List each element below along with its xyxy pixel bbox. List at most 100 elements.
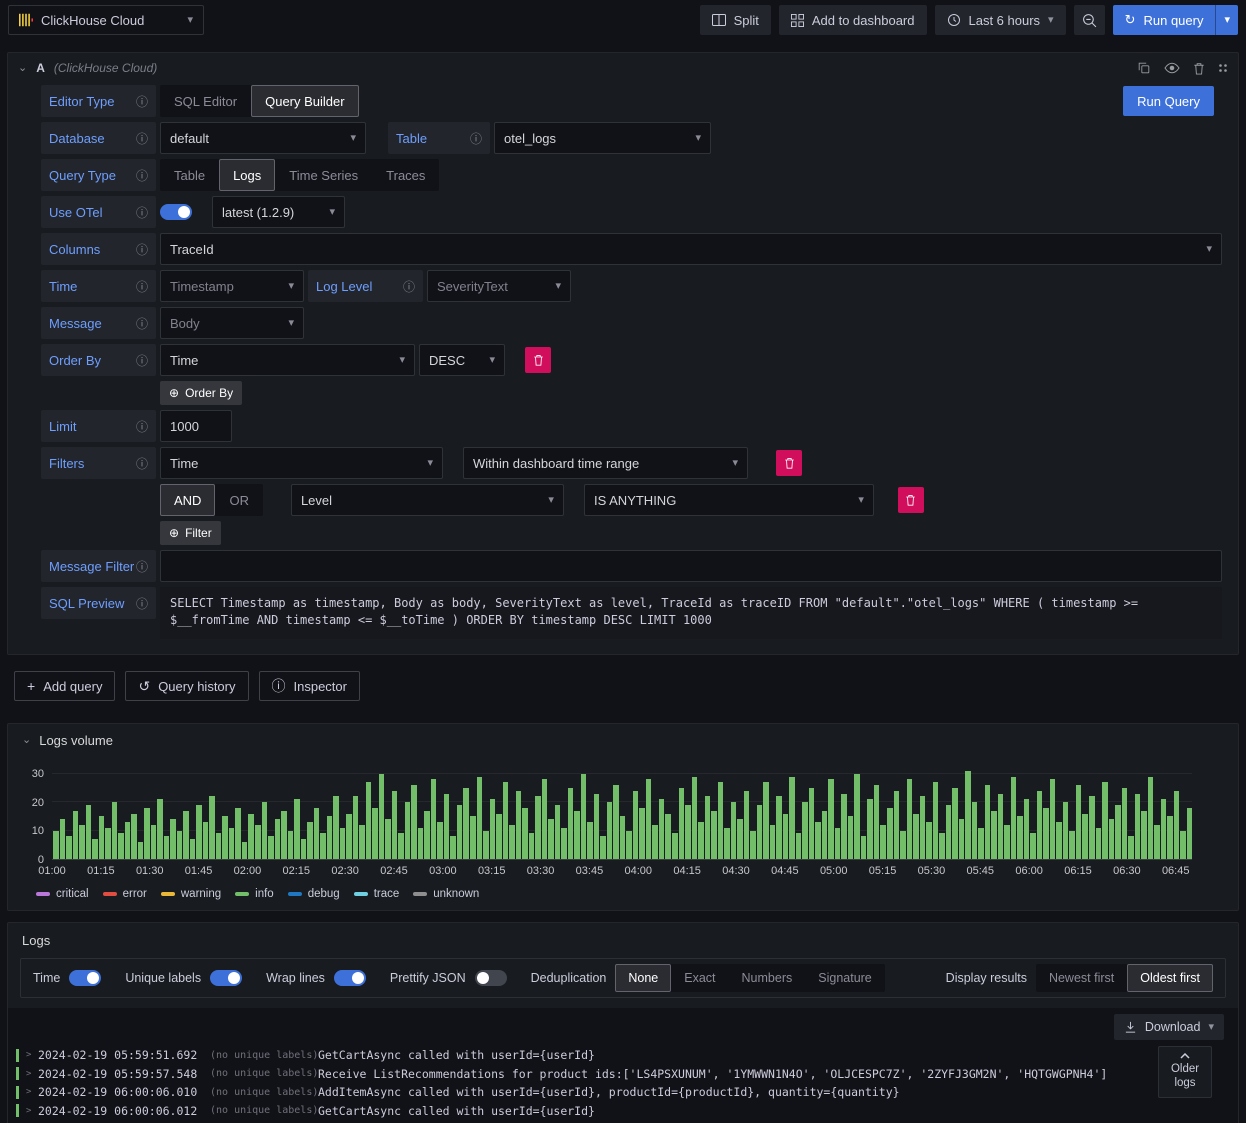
columns-multiselect[interactable]: TraceId ▾ — [160, 233, 1222, 265]
option-table[interactable]: Table — [160, 159, 219, 191]
info-icon[interactable]: ⓘ — [136, 352, 148, 369]
run-query-button[interactable]: ↻ Run query — [1113, 5, 1216, 35]
option-signature[interactable]: Signature — [805, 964, 885, 992]
message-filter-input[interactable] — [160, 550, 1222, 582]
add-query-button[interactable]: + Add query — [14, 671, 116, 701]
volume-bar — [1186, 807, 1193, 859]
time-toggle[interactable] — [69, 970, 102, 986]
order-by-field-select[interactable]: Time ▾ — [160, 344, 415, 376]
option-logs[interactable]: Logs — [219, 159, 276, 191]
logs-title: Logs — [22, 933, 51, 948]
hide-response-eye-icon[interactable] — [1164, 62, 1180, 74]
option-none[interactable]: None — [615, 964, 672, 992]
remove-filter2-button[interactable] — [897, 487, 924, 513]
add-filter-button[interactable]: ⊕ Filter — [160, 521, 221, 545]
log-row[interactable]: >2024-02-19 06:00:06.012 (no unique label… — [16, 1102, 1230, 1121]
info-icon[interactable]: ⓘ — [403, 278, 415, 295]
columns-label: Columns ⓘ — [41, 233, 156, 265]
zoom-out-button[interactable] — [1073, 5, 1105, 35]
duplicate-query-icon[interactable] — [1137, 61, 1151, 75]
filter-operator-select[interactable]: Within dashboard time range ▾ — [463, 447, 748, 479]
otel-version-select[interactable]: latest (1.2.9) ▾ — [212, 196, 345, 228]
legend-item-warning[interactable]: warning — [160, 888, 221, 900]
info-icon[interactable]: ⓘ — [136, 278, 148, 295]
filter2-field-select[interactable]: Level ▾ — [290, 484, 564, 516]
datasource-picker[interactable]: ClickHouse Cloud ▾ — [8, 5, 204, 35]
expand-chevron-icon[interactable]: > — [26, 1106, 38, 1116]
info-icon[interactable]: ⓘ — [136, 558, 148, 575]
time-range-picker[interactable]: Last 6 hours ▾ — [934, 5, 1066, 35]
add-order-by-button[interactable]: ⊕ Order By — [160, 381, 243, 405]
run-query-editor-button[interactable]: Run Query — [1123, 86, 1214, 116]
legend-item-trace[interactable]: trace — [353, 888, 399, 900]
legend-item-info[interactable]: info — [235, 888, 274, 900]
filter2-operator-select[interactable]: IS ANYTHING ▾ — [583, 484, 874, 516]
log-row[interactable]: >2024-02-19 05:59:57.548 (no unique label… — [16, 1065, 1230, 1084]
older-logs-button[interactable]: Older logs — [1158, 1046, 1212, 1098]
database-select[interactable]: default ▾ — [160, 122, 366, 154]
chevron-down-icon: ▾ — [399, 353, 405, 366]
filter-field-select[interactable]: Time ▾ — [160, 447, 443, 479]
volume-bar — [1121, 787, 1128, 859]
info-icon[interactable]: ⓘ — [136, 315, 148, 332]
time-column-select[interactable]: Timestamp ▾ — [160, 270, 304, 302]
info-icon[interactable]: ⓘ — [136, 204, 148, 221]
inspector-button[interactable]: ⓘ Inspector — [258, 671, 360, 701]
log-level-select[interactable]: SeverityText ▾ — [427, 270, 571, 302]
option-time-series[interactable]: Time Series — [275, 159, 372, 191]
expand-chevron-icon[interactable]: > — [26, 1069, 38, 1079]
message-column-select[interactable]: Body ▾ — [160, 307, 304, 339]
legend-item-critical[interactable]: critical — [36, 888, 89, 900]
option-numbers[interactable]: Numbers — [729, 964, 806, 992]
run-query-dropdown[interactable]: ▾ — [1215, 5, 1238, 35]
unique-labels-toggle[interactable] — [210, 970, 243, 986]
collapse-chevron-icon[interactable]: ⌄ — [22, 735, 31, 746]
remove-query-trash-icon[interactable] — [1193, 62, 1205, 75]
log-row[interactable]: >2024-02-19 06:00:06.010 (no unique label… — [16, 1083, 1230, 1102]
wrap-lines-toggle[interactable] — [333, 970, 366, 986]
drag-handle-icon[interactable] — [1218, 63, 1228, 73]
query-history-button[interactable]: ↺ Query history — [125, 671, 249, 701]
volume-bar — [769, 824, 776, 859]
info-icon[interactable]: ⓘ — [136, 455, 148, 472]
info-icon[interactable]: ⓘ — [136, 93, 148, 110]
add-to-dashboard-button[interactable]: Add to dashboard — [778, 5, 927, 35]
option-traces[interactable]: Traces — [372, 159, 439, 191]
table-select[interactable]: otel_logs ▾ — [494, 122, 711, 154]
remove-order-by-button[interactable] — [525, 347, 551, 373]
chevron-down-icon: ▾ — [329, 205, 335, 218]
option-newest-first[interactable]: Newest first — [1036, 964, 1127, 992]
option-and[interactable]: AND — [160, 484, 216, 516]
download-button[interactable]: Download ▾ — [1113, 1014, 1224, 1040]
collapse-chevron-icon[interactable]: ⌄ — [18, 62, 27, 74]
sql-preview-label: SQL Preview ⓘ — [41, 587, 156, 619]
prettify-json-toggle[interactable] — [474, 970, 507, 986]
info-icon[interactable]: ⓘ — [136, 418, 148, 435]
option-or[interactable]: OR — [215, 484, 263, 516]
info-icon[interactable]: ⓘ — [136, 595, 148, 612]
use-otel-toggle[interactable] — [160, 204, 192, 220]
legend-item-unknown[interactable]: unknown — [413, 888, 479, 900]
volume-bar — [157, 799, 163, 859]
remove-filter-button[interactable] — [776, 450, 802, 476]
legend-item-debug[interactable]: debug — [287, 888, 340, 900]
expand-chevron-icon[interactable]: > — [26, 1050, 38, 1060]
info-icon[interactable]: ⓘ — [136, 167, 148, 184]
volume-bar — [658, 799, 665, 859]
logs-volume-chart[interactable]: 0 10 20 30 — [18, 768, 1238, 866]
expand-chevron-icon[interactable]: > — [26, 1087, 38, 1097]
legend-item-error[interactable]: error — [102, 888, 147, 900]
volume-bar — [997, 793, 1004, 859]
order-by-direction-select[interactable]: DESC ▾ — [419, 344, 505, 376]
split-button[interactable]: Split — [699, 5, 771, 35]
limit-input[interactable] — [160, 410, 232, 442]
option-query-builder[interactable]: Query Builder — [251, 85, 359, 117]
info-icon[interactable]: ⓘ — [136, 241, 148, 258]
info-icon[interactable]: ⓘ — [470, 130, 482, 147]
volume-bar — [535, 796, 541, 859]
option-oldest-first[interactable]: Oldest first — [1127, 964, 1213, 992]
option-sql-editor[interactable]: SQL Editor — [160, 85, 251, 117]
option-exact[interactable]: Exact — [671, 964, 728, 992]
log-row[interactable]: >2024-02-19 05:59:51.692 (no unique label… — [16, 1046, 1230, 1065]
info-icon[interactable]: ⓘ — [136, 130, 148, 147]
